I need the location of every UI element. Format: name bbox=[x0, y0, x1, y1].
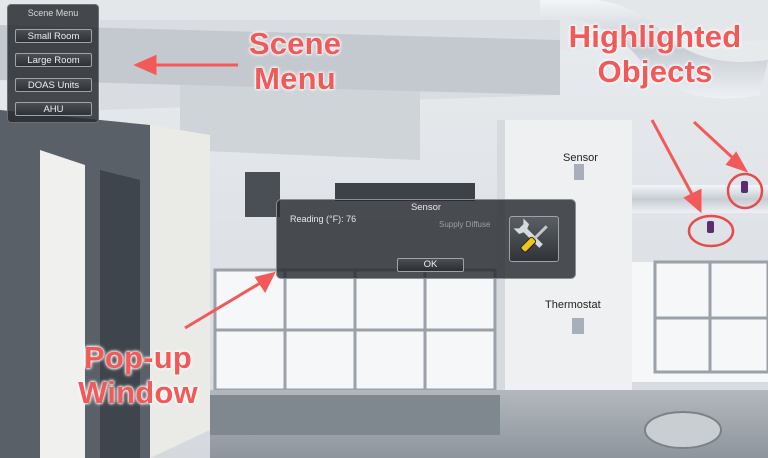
ok-button[interactable]: OK bbox=[397, 258, 464, 272]
scene-menu-panel: Scene Menu Small Room Large Room DOAS Un… bbox=[7, 4, 99, 123]
wrench-screwdriver-icon[interactable] bbox=[509, 216, 559, 262]
doas-units-button[interactable]: DOAS Units bbox=[15, 78, 92, 92]
popup-background-text: Supply Diffuse bbox=[439, 220, 491, 229]
scene-menu-annotation: Scene Menu bbox=[240, 26, 350, 96]
thermostat-label: Thermostat bbox=[545, 299, 601, 311]
annotation-line: Highlighted bbox=[568, 19, 742, 54]
ahu-button[interactable]: AHU bbox=[15, 102, 92, 116]
annotation-line: Window bbox=[78, 375, 198, 410]
sensor-reading: Reading (°F): 76 bbox=[290, 214, 357, 224]
annotation-line: Scene bbox=[248, 26, 342, 61]
small-room-button[interactable]: Small Room bbox=[15, 29, 92, 43]
sensor-popup: Sensor Reading (°F): 76 Supply Diffuse O… bbox=[276, 199, 576, 279]
popup-window-annotation: Pop-up Window bbox=[68, 340, 208, 410]
annotation-line: Pop-up bbox=[84, 340, 192, 375]
large-room-button[interactable]: Large Room bbox=[15, 53, 92, 67]
popup-title: Sensor bbox=[410, 202, 442, 213]
highlighted-objects-annotation: Highlighted Objects bbox=[560, 19, 750, 89]
annotation-line: Menu bbox=[254, 61, 336, 96]
annotation-line: Objects bbox=[597, 54, 713, 89]
scene-menu-title: Scene Menu bbox=[27, 8, 79, 18]
sensor-label: Sensor bbox=[563, 152, 598, 164]
